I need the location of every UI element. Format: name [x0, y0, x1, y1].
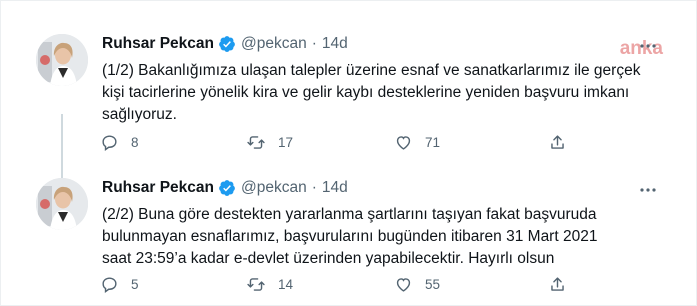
heart-icon	[394, 133, 413, 152]
retweet-count: 17	[278, 135, 294, 150]
verified-badge-icon	[218, 179, 236, 197]
reply-icon	[100, 275, 119, 294]
retweet-button[interactable]: 14	[246, 275, 293, 294]
share-button[interactable]	[548, 275, 567, 294]
tweet-header: Ruhsar Pekcan @pekcan · 14d	[102, 178, 348, 198]
tweet-text: (1/2) Bakanlığımıza ulaşan talepler üzer…	[102, 62, 641, 123]
author-name[interactable]: Ruhsar Pekcan	[102, 35, 214, 53]
reply-button[interactable]: 8	[100, 133, 139, 152]
avatar[interactable]	[36, 34, 88, 86]
tweet-text: (2/2) Buna göre destekten yararlanma şar…	[102, 206, 598, 267]
more-options-icon[interactable]	[639, 36, 657, 50]
more-options-icon[interactable]	[639, 180, 657, 194]
author-handle[interactable]: @pekcan	[241, 179, 307, 197]
verified-badge-icon	[218, 35, 236, 53]
separator: ·	[311, 35, 317, 52]
tweet-actions: 5 14 55	[100, 275, 580, 295]
share-button[interactable]	[548, 133, 567, 152]
like-count: 55	[425, 277, 441, 292]
tweet[interactable]: Ruhsar Pekcan @pekcan · 14d (2/2) Buna g…	[0, 170, 697, 306]
reply-icon	[100, 133, 119, 152]
timestamp[interactable]: 14d	[322, 179, 348, 197]
avatar[interactable]	[36, 178, 88, 230]
tweet[interactable]: Ruhsar Pekcan @pekcan · 14d (1/2) Bakanl…	[0, 26, 697, 196]
like-button[interactable]: 71	[394, 133, 440, 152]
retweet-count: 14	[278, 277, 294, 292]
retweet-icon	[246, 275, 266, 294]
heart-icon	[394, 275, 413, 294]
tweet-actions: 8 17 71	[100, 133, 580, 153]
like-button[interactable]: 55	[394, 275, 440, 294]
tweet-header: Ruhsar Pekcan @pekcan · 14d	[102, 34, 348, 54]
reply-count: 5	[131, 277, 139, 292]
reply-count: 8	[131, 135, 139, 150]
share-icon	[548, 133, 567, 152]
share-icon	[548, 275, 567, 294]
like-count: 71	[425, 135, 441, 150]
author-name[interactable]: Ruhsar Pekcan	[102, 179, 214, 197]
timestamp[interactable]: 14d	[322, 35, 348, 53]
separator: ·	[311, 179, 317, 196]
retweet-button[interactable]: 17	[246, 133, 293, 152]
author-handle[interactable]: @pekcan	[241, 35, 307, 53]
reply-button[interactable]: 5	[100, 275, 139, 294]
retweet-icon	[246, 133, 266, 152]
